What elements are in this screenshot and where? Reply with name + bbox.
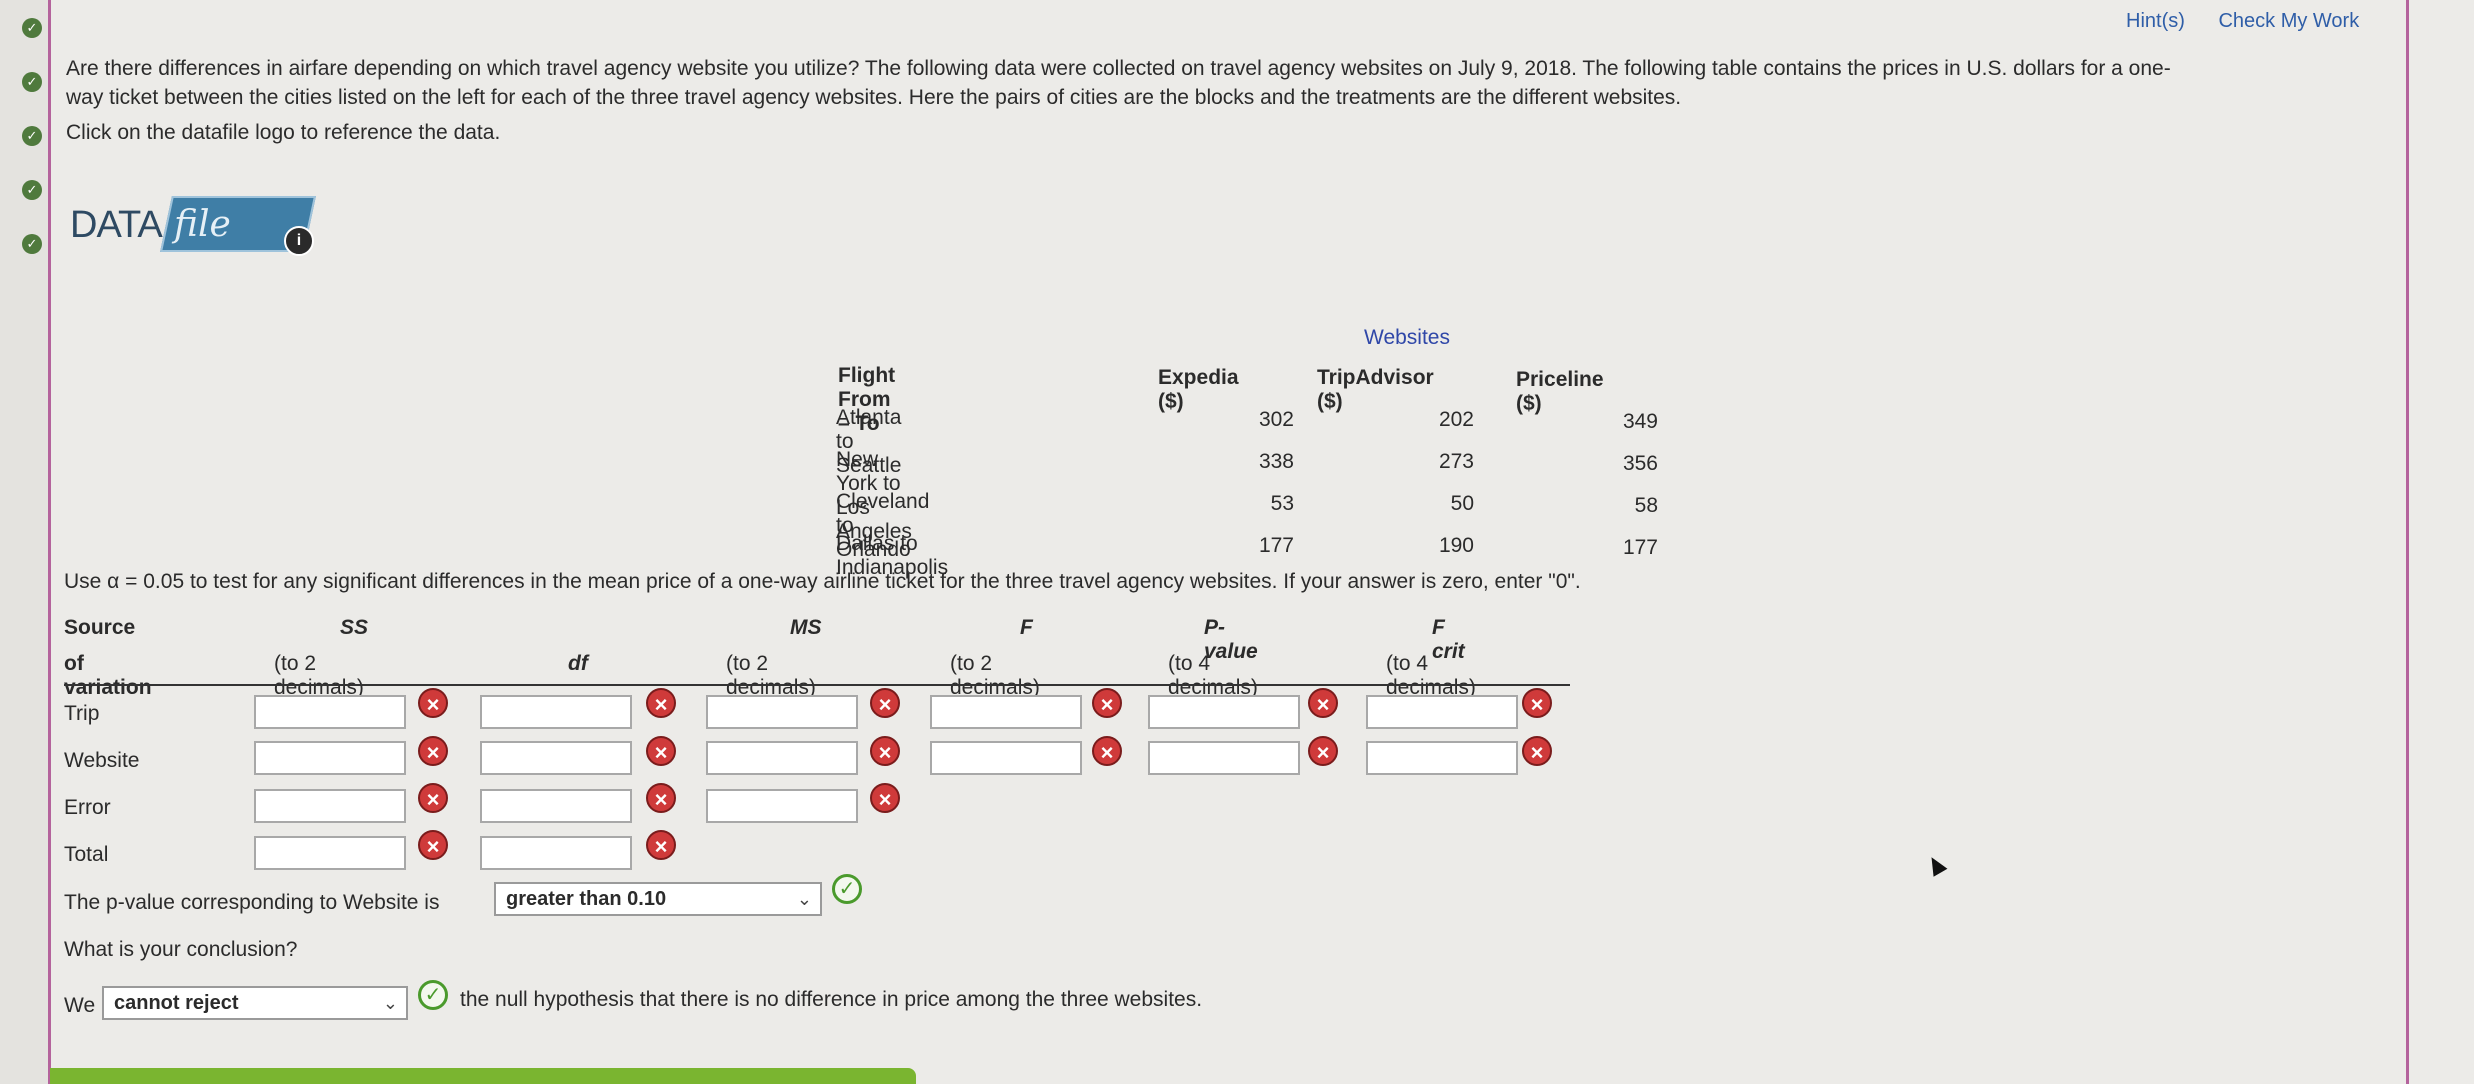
conclusion-select[interactable]: cannot reject ⌄ (102, 986, 408, 1020)
incorrect-icon: × (418, 783, 448, 813)
header-ss-2: (to 2 decimals) (274, 652, 364, 699)
header-ss: SS (340, 616, 369, 639)
df-website-input[interactable] (480, 741, 632, 775)
header-df: df (568, 652, 588, 675)
header-f: F (1020, 616, 1033, 639)
df-trip-input[interactable] (480, 695, 632, 729)
correct-check-icon: ✓ (418, 980, 448, 1010)
incorrect-icon: × (646, 783, 676, 813)
ms-trip-input[interactable] (706, 695, 858, 729)
pvalue-selected-value: greater than 0.10 (506, 888, 667, 910)
tripadvisor-cell: 190 (1438, 534, 1474, 557)
pvalue-trip-input[interactable] (1148, 695, 1300, 729)
header-ms: MS (790, 616, 822, 639)
submit-bar[interactable] (50, 1068, 916, 1084)
completed-check-icon[interactable]: ✓ (22, 234, 42, 254)
incorrect-icon: × (870, 736, 900, 766)
tripadvisor-cell: 202 (1438, 408, 1474, 431)
expedia-cell: 53 (1270, 492, 1294, 515)
df-total-input[interactable] (480, 836, 632, 870)
fcrit-website-input[interactable] (1366, 741, 1518, 775)
header-ms-2: (to 2 decimals) (726, 652, 816, 699)
completed-check-icon[interactable]: ✓ (22, 126, 42, 146)
incorrect-icon: × (870, 688, 900, 718)
incorrect-icon: × (646, 688, 676, 718)
websites-label: Websites (1364, 326, 1450, 349)
header-pvalue-2: (to 4 decimals) (1168, 652, 1258, 699)
priceline-cell: 349 (1622, 410, 1658, 433)
df-error-input[interactable] (480, 789, 632, 823)
mouse-cursor-icon (1924, 853, 1948, 877)
expedia-cell: 177 (1258, 534, 1294, 557)
incorrect-icon: × (1522, 736, 1552, 766)
question-intro: Are there differences in airfare dependi… (66, 54, 2396, 147)
completed-check-icon[interactable]: ✓ (22, 72, 42, 92)
incorrect-icon: × (1092, 688, 1122, 718)
alpha-instruction: Use α = 0.05 to test for any significant… (64, 570, 1581, 593)
intro-text: way ticket between the cities listed on … (66, 86, 1682, 109)
pvalue-select[interactable]: greater than 0.10 ⌄ (494, 882, 822, 916)
header-fcrit-2: (to 4 decimals) (1386, 652, 1476, 699)
conclusion-question: What is your conclusion? (64, 938, 298, 961)
pvalue-website-input[interactable] (1148, 741, 1300, 775)
intro-text: Are there differences in airfare dependi… (66, 57, 2171, 80)
top-links: Hint(s) Check My Work (2126, 10, 2387, 33)
tripadvisor-cell: 273 (1438, 450, 1474, 473)
priceline-cell: 356 (1622, 452, 1658, 475)
conclusion-suffix: the null hypothesis that there is no dif… (460, 988, 1203, 1011)
header-source-2: of variation (64, 652, 152, 699)
row-label-trip: Trip (64, 702, 100, 725)
content-border (2406, 0, 2409, 1084)
col-header-tripadvisor: TripAdvisor ($) (1317, 366, 1434, 413)
header-f-2: (to 2 decimals) (950, 652, 1040, 699)
tripadvisor-cell: 50 (1450, 492, 1474, 515)
f-trip-input[interactable] (930, 695, 1082, 729)
ms-website-input[interactable] (706, 741, 858, 775)
incorrect-icon: × (646, 736, 676, 766)
ms-error-input[interactable] (706, 789, 858, 823)
completed-check-icon[interactable]: ✓ (22, 18, 42, 38)
header-rule (64, 684, 1570, 686)
row-label-website: Website (64, 749, 140, 772)
priceline-cell: 58 (1634, 494, 1658, 517)
f-website-input[interactable] (930, 741, 1082, 775)
expedia-cell: 302 (1258, 408, 1294, 431)
info-icon[interactable]: i (284, 226, 314, 256)
ss-error-input[interactable] (254, 789, 406, 823)
question-nav-rail: ✓ ✓ ✓ ✓ ✓ (0, 0, 51, 1084)
fcrit-trip-input[interactable] (1366, 695, 1518, 729)
incorrect-icon: × (646, 830, 676, 860)
check-my-work-link[interactable]: Check My Work (2218, 10, 2359, 32)
priceline-cell: 177 (1622, 536, 1658, 559)
incorrect-icon: × (1308, 736, 1338, 766)
incorrect-icon: × (1522, 688, 1552, 718)
ss-website-input[interactable] (254, 741, 406, 775)
completed-check-icon[interactable]: ✓ (22, 180, 42, 200)
chevron-down-icon: ⌄ (796, 889, 812, 909)
conclusion-prefix: We (64, 994, 96, 1017)
conclusion-selected-value: cannot reject (114, 992, 239, 1014)
incorrect-icon: × (418, 688, 448, 718)
datafile-file-text: file (174, 204, 231, 245)
chevron-down-icon: ⌄ (382, 993, 398, 1013)
incorrect-icon: × (418, 830, 448, 860)
incorrect-icon: × (1308, 688, 1338, 718)
expedia-cell: 338 (1258, 450, 1294, 473)
pvalue-prefix: The p-value corresponding to Website is (64, 891, 440, 914)
incorrect-icon: × (870, 783, 900, 813)
row-label-total: Total (64, 843, 109, 866)
col-header-expedia: Expedia ($) (1158, 366, 1239, 413)
datafile-logo[interactable]: DATA file i (70, 196, 316, 256)
ss-total-input[interactable] (254, 836, 406, 870)
intro-text: Click on the datafile logo to reference … (66, 121, 501, 144)
datafile-data-text: DATA (70, 204, 163, 246)
hints-link[interactable]: Hint(s) (2126, 10, 2185, 32)
row-label-error: Error (64, 796, 111, 819)
incorrect-icon: × (418, 736, 448, 766)
incorrect-icon: × (1092, 736, 1122, 766)
ss-trip-input[interactable] (254, 695, 406, 729)
col-header-priceline: Priceline ($) (1516, 368, 1604, 415)
correct-check-icon: ✓ (832, 874, 862, 904)
header-source: Source (64, 616, 136, 639)
